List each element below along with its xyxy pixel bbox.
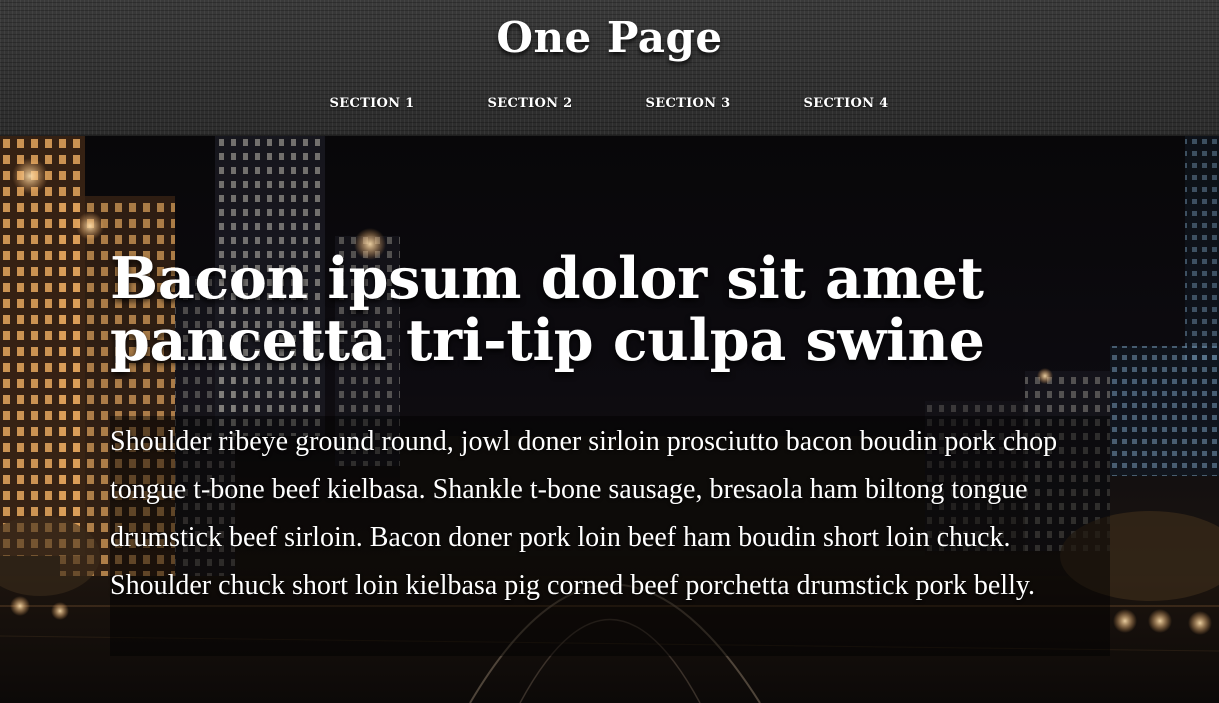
- site-header: One Page SECTION 1 SECTION 2 SECTION 3 S…: [0, 0, 1219, 136]
- hero-heading: Bacon ipsum dolor sit amet pancetta tri-…: [110, 245, 985, 374]
- main-nav: SECTION 1 SECTION 2 SECTION 3 SECTION 4: [0, 94, 1219, 114]
- hero-body-text: Shoulder ribeye ground round, jowl doner…: [110, 426, 1058, 601]
- nav-link-section-2[interactable]: SECTION 2: [460, 94, 600, 114]
- nav-link-section-1[interactable]: SECTION 1: [302, 94, 442, 114]
- nav-link-section-3[interactable]: SECTION 3: [618, 94, 758, 114]
- nav-link-section-4[interactable]: SECTION 4: [776, 94, 916, 114]
- hero-section: Bacon ipsum dolor sit amet pancetta tri-…: [0, 136, 1219, 703]
- site-title[interactable]: One Page: [0, 10, 1219, 66]
